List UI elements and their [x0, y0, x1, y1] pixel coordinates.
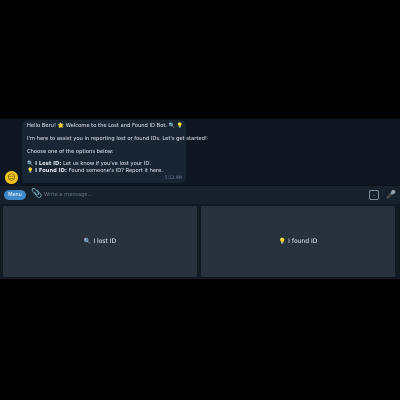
magnifier-icon: 🔍 [83, 238, 92, 245]
magnifier-icon: 🔍 [27, 161, 34, 168]
bot-menu-button[interactable]: Menu [4, 190, 26, 200]
found-id-button[interactable]: 💡 I found ID [201, 206, 395, 277]
bot-message-bubble: Hello Beru! 🌟 Welcome to the Lost and Fo… [22, 120, 207, 183]
message-greeting: Hello Beru! 🌟 Welcome to the Lost and Fo… [27, 123, 184, 129]
microphone-icon[interactable]: 🎤 [386, 189, 396, 200]
lightbulb-icon: 💡 [278, 238, 287, 245]
message-composer: Menu 📎 ⌄ 🎤 [0, 185, 400, 204]
chat-history: 😑 Hello Beru! 🌟 Welcome to the Lost and … [0, 119, 400, 185]
option-lost-title: I Lost ID: [35, 161, 62, 168]
found-id-label: I found ID [288, 238, 318, 245]
paperclip-icon[interactable]: 📎 [31, 189, 42, 200]
lightbulb-icon: 💡 [27, 167, 34, 174]
message-option-found: 💡 I Found ID: Found someone's ID? Report… [27, 168, 181, 174]
option-lost-description: Let us know if you've lost your ID. [61, 161, 152, 168]
keyboard-toggle-icon[interactable]: ⌄ [369, 190, 379, 200]
message-timestamp: 5:13 AM [164, 174, 182, 180]
message-intro: I'm here to assist you in reporting lost… [27, 135, 207, 142]
reply-keyboard: 🔍 I lost ID 💡 I found ID [0, 204, 400, 279]
message-input[interactable] [44, 189, 354, 200]
lost-id-label: I lost ID [93, 238, 117, 245]
option-found-description: Found someone's ID? Report it here. [66, 167, 163, 174]
telegram-chat-window: 😑 Hello Beru! 🌟 Welcome to the Lost and … [0, 119, 400, 279]
bot-avatar[interactable]: 😑 [5, 171, 18, 184]
lost-id-button[interactable]: 🔍 I lost ID [3, 206, 197, 277]
avatar-emoji-icon: 😑 [7, 172, 16, 182]
option-found-title: I Found ID: [35, 167, 67, 174]
